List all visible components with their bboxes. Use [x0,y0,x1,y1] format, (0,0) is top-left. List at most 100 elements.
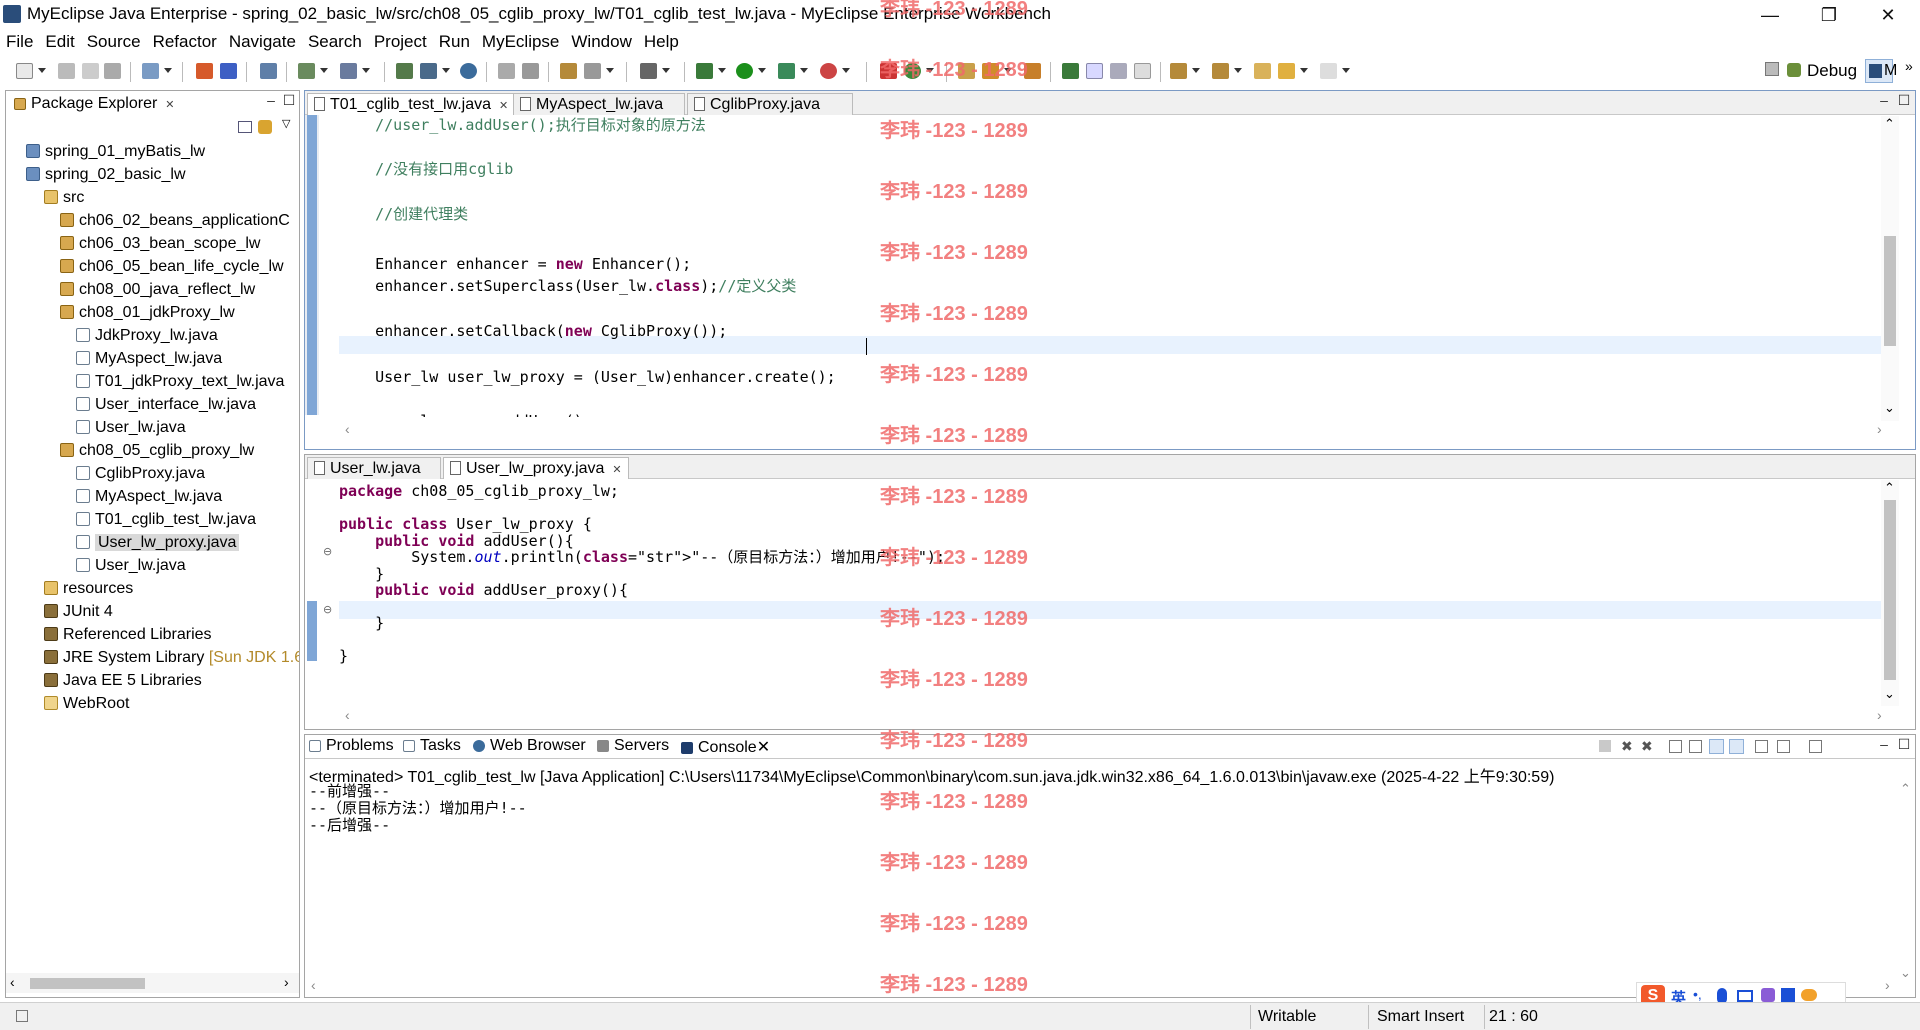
minimize-button[interactable]: — [1747,0,1793,30]
code-line[interactable]: user_lw_proxy.addUser(); [339,413,592,417]
code-line[interactable]: enhancer.setCallback(new CglibProxy()); [339,323,727,339]
tree-item[interactable]: ch06_03_bean_scope_lw [60,233,260,255]
code-line[interactable]: public void addUser(){ [339,533,574,549]
skin-icon[interactable] [1761,988,1775,1002]
code-line[interactable]: User_lw user_lw_proxy = (User_lw)enhance… [339,369,836,385]
close-icon[interactable]: ✕ [165,99,174,111]
view-menu-icon[interactable]: ▽ [282,117,290,130]
code-line[interactable]: } [339,566,384,582]
tab-t01-cglib-test[interactable]: T01_cglib_test_lw.java ✕ [307,93,516,115]
team-icon[interactable] [498,63,515,79]
keyboard-icon[interactable] [1737,990,1753,1002]
scroll-lock-icon[interactable] [1689,740,1702,753]
maximize-view-icon[interactable]: ☐ [1897,93,1911,108]
tree-item[interactable]: MyAspect_lw.java [76,486,222,508]
close-icon[interactable]: ✕ [499,100,508,112]
open-console-icon[interactable] [1809,740,1822,753]
run-icon[interactable] [736,63,753,79]
code-line[interactable]: } [339,615,384,631]
scroll-up-icon[interactable]: ⌃ [1884,480,1895,496]
tab-problems[interactable]: Problems [309,737,394,755]
tree-item[interactable]: ch06_05_bean_life_cycle_lw [60,256,284,278]
code-line[interactable]: //没有接口用cglib [339,161,513,177]
next-annotation-icon[interactable] [1170,63,1187,79]
punctuation-icon[interactable]: •, [1693,986,1702,1002]
tab-user-lw[interactable]: User_lw.java [307,457,441,479]
globe-icon[interactable] [460,63,477,79]
menu-myeclipse[interactable]: MyEclipse [476,30,565,53]
tree-item[interactable]: T01_jdkProxy_text_lw.java [76,371,284,393]
remove-launch-icon[interactable]: ✖ [1621,738,1633,755]
link-with-editor-icon[interactable] [258,120,272,134]
sogou-more-icon[interactable] [1801,989,1817,1001]
tab-myaspect[interactable]: MyAspect_lw.java [513,93,685,115]
vertical-scrollbar[interactable]: ⌃ ⌄ [1897,781,1915,981]
myeclipse-perspective-button[interactable]: M [1865,59,1897,83]
tree-item[interactable]: User_lw.java [76,555,186,577]
tree-item[interactable]: User_lw.java [76,417,186,439]
tab-tasks[interactable]: Tasks [403,737,461,755]
code-line[interactable]: //user_lw.addUser();执行目标对象的原方法 [339,117,706,133]
minimize-view-icon[interactable]: ‒ [1877,93,1891,108]
tree-item[interactable]: WebRoot [44,693,129,715]
coverage-icon[interactable] [778,63,795,79]
menu-navigate[interactable]: Navigate [223,30,302,53]
highlight-icon[interactable] [1086,63,1103,79]
tree-item[interactable]: ch08_00_java_reflect_lw [60,279,255,301]
vertical-scrollbar[interactable]: ⌃ ⌄ [1881,116,1899,421]
debug-perspective-button[interactable]: Debug [1807,61,1857,81]
horizontal-scrollbar[interactable]: ‹ › [319,421,1899,439]
tab-user-lw-proxy[interactable]: User_lw_proxy.java ✕ [443,457,629,479]
tree-item[interactable]: T01_cglib_test_lw.java [76,509,256,531]
horizontal-scrollbar[interactable]: ‹ › [319,707,1899,725]
external-tools-icon[interactable] [820,63,837,79]
code-line[interactable]: System.out.println(class="str">"--（原目标方法… [339,549,945,565]
code-line[interactable]: } [339,648,348,664]
annotation-icon[interactable] [1062,63,1079,79]
menu-search[interactable]: Search [302,30,368,53]
tree-item[interactable]: JRE System Library [Sun JDK 1.6 [44,647,299,669]
tree-item[interactable]: MyAspect_lw.java [76,348,222,370]
code-line[interactable]: Enhancer enhancer = new Enhancer(); [339,256,691,272]
scroll-down-icon[interactable]: ⌄ [1884,400,1895,416]
code-line[interactable]: package ch08_05_cglib_proxy_lw; [339,483,619,499]
menu-run[interactable]: Run [433,30,476,53]
menu-refactor[interactable]: Refactor [147,30,223,53]
minimize-view-icon[interactable]: ‒ [1877,737,1891,752]
tab-servers[interactable]: Servers [597,737,669,755]
save-all-icon[interactable] [82,63,99,79]
tab-cglibproxy[interactable]: CglibProxy.java [687,93,853,115]
tools-icon[interactable] [584,63,601,79]
tree-item[interactable]: JdkProxy_lw.java [76,325,218,347]
tree-item[interactable]: resources [44,578,133,600]
sync-icon[interactable] [522,63,539,79]
show-whitespace-icon[interactable] [1134,63,1151,79]
wizard2-icon[interactable] [340,63,357,79]
close-icon[interactable]: ✕ [612,464,621,476]
scroll-right-icon[interactable]: › [284,974,289,990]
clear-console-icon[interactable] [1669,740,1682,753]
back-icon[interactable] [1278,63,1295,79]
deploy-icon[interactable] [196,63,213,79]
menu-help[interactable]: Help [638,30,685,53]
code-editor-top[interactable]: //user_lw.addUser();执行目标对象的原方法 //没有接口用cg… [339,117,1879,417]
code-line[interactable]: public class User_lw_proxy { [339,516,592,532]
task-icon[interactable] [560,63,577,79]
tree-item[interactable]: src [44,187,84,209]
tree-item[interactable]: ch08_01_jdkProxy_lw [60,302,235,324]
print-icon[interactable] [104,63,121,79]
scroll-thumb[interactable] [1884,236,1896,346]
tree-item[interactable]: Referenced Libraries [44,624,212,646]
scroll-down-icon[interactable]: ⌄ [1884,686,1895,702]
close-icon[interactable]: ✕ [757,739,770,756]
debug-run-icon[interactable] [696,63,713,79]
vertical-scrollbar[interactable]: ⌃ ⌄ [1881,480,1899,706]
menu-file[interactable]: File [0,30,39,53]
close-button[interactable]: ✕ [1865,0,1911,30]
terminate-icon[interactable] [1599,740,1611,752]
minimize-view-icon[interactable]: ‒ [264,93,278,108]
maximize-view-icon[interactable]: ☐ [1897,737,1911,752]
show-on-stderr-icon[interactable] [1729,739,1744,754]
scroll-thumb[interactable] [30,978,145,989]
ant-icon[interactable] [640,63,657,79]
